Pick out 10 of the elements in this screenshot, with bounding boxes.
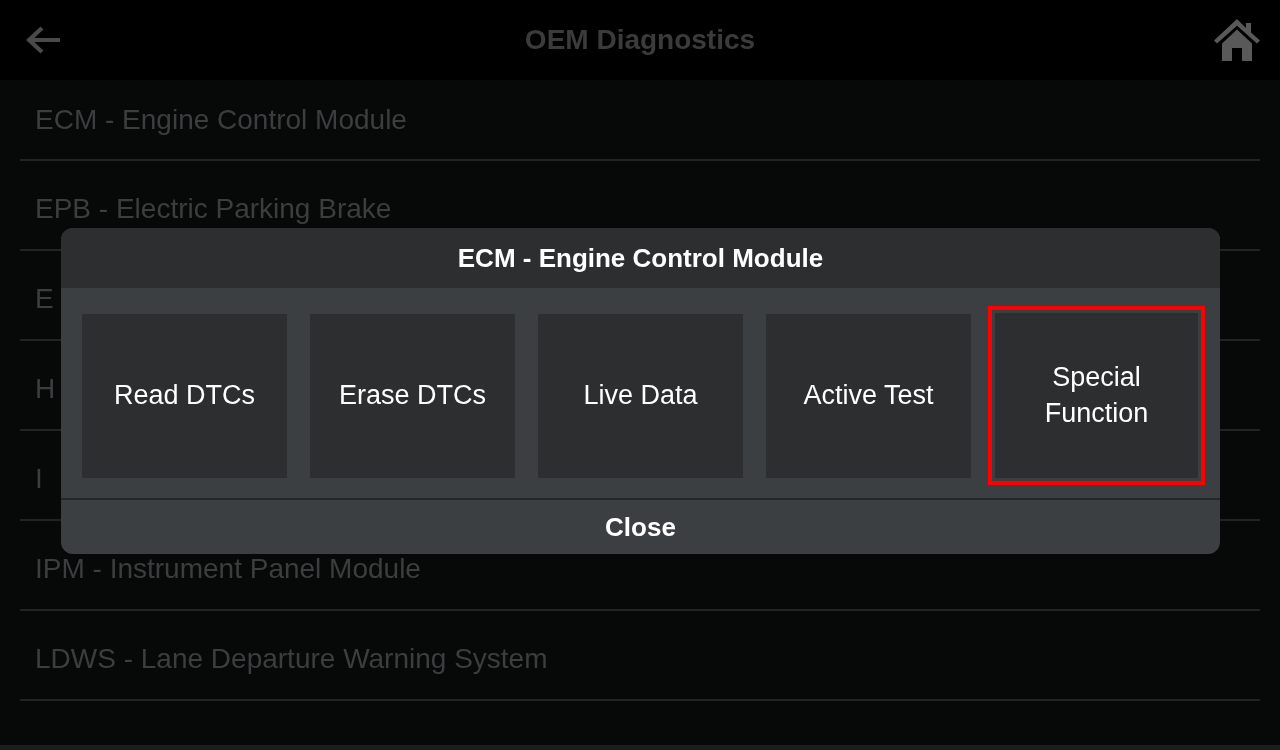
- function-button[interactable]: Erase DTCs: [310, 314, 515, 478]
- close-button[interactable]: Close: [589, 503, 692, 551]
- back-arrow-icon[interactable]: [26, 26, 60, 54]
- home-icon[interactable]: [1214, 19, 1260, 61]
- function-button[interactable]: Live Data: [538, 314, 743, 478]
- function-button[interactable]: Special Function: [988, 306, 1205, 485]
- screen-title: OEM Diagnostics: [524, 24, 756, 56]
- function-button[interactable]: Active Test: [766, 314, 971, 478]
- dialog-title: ECM - Engine Control Module: [457, 241, 824, 275]
- function-button[interactable]: Read DTCs: [82, 314, 287, 478]
